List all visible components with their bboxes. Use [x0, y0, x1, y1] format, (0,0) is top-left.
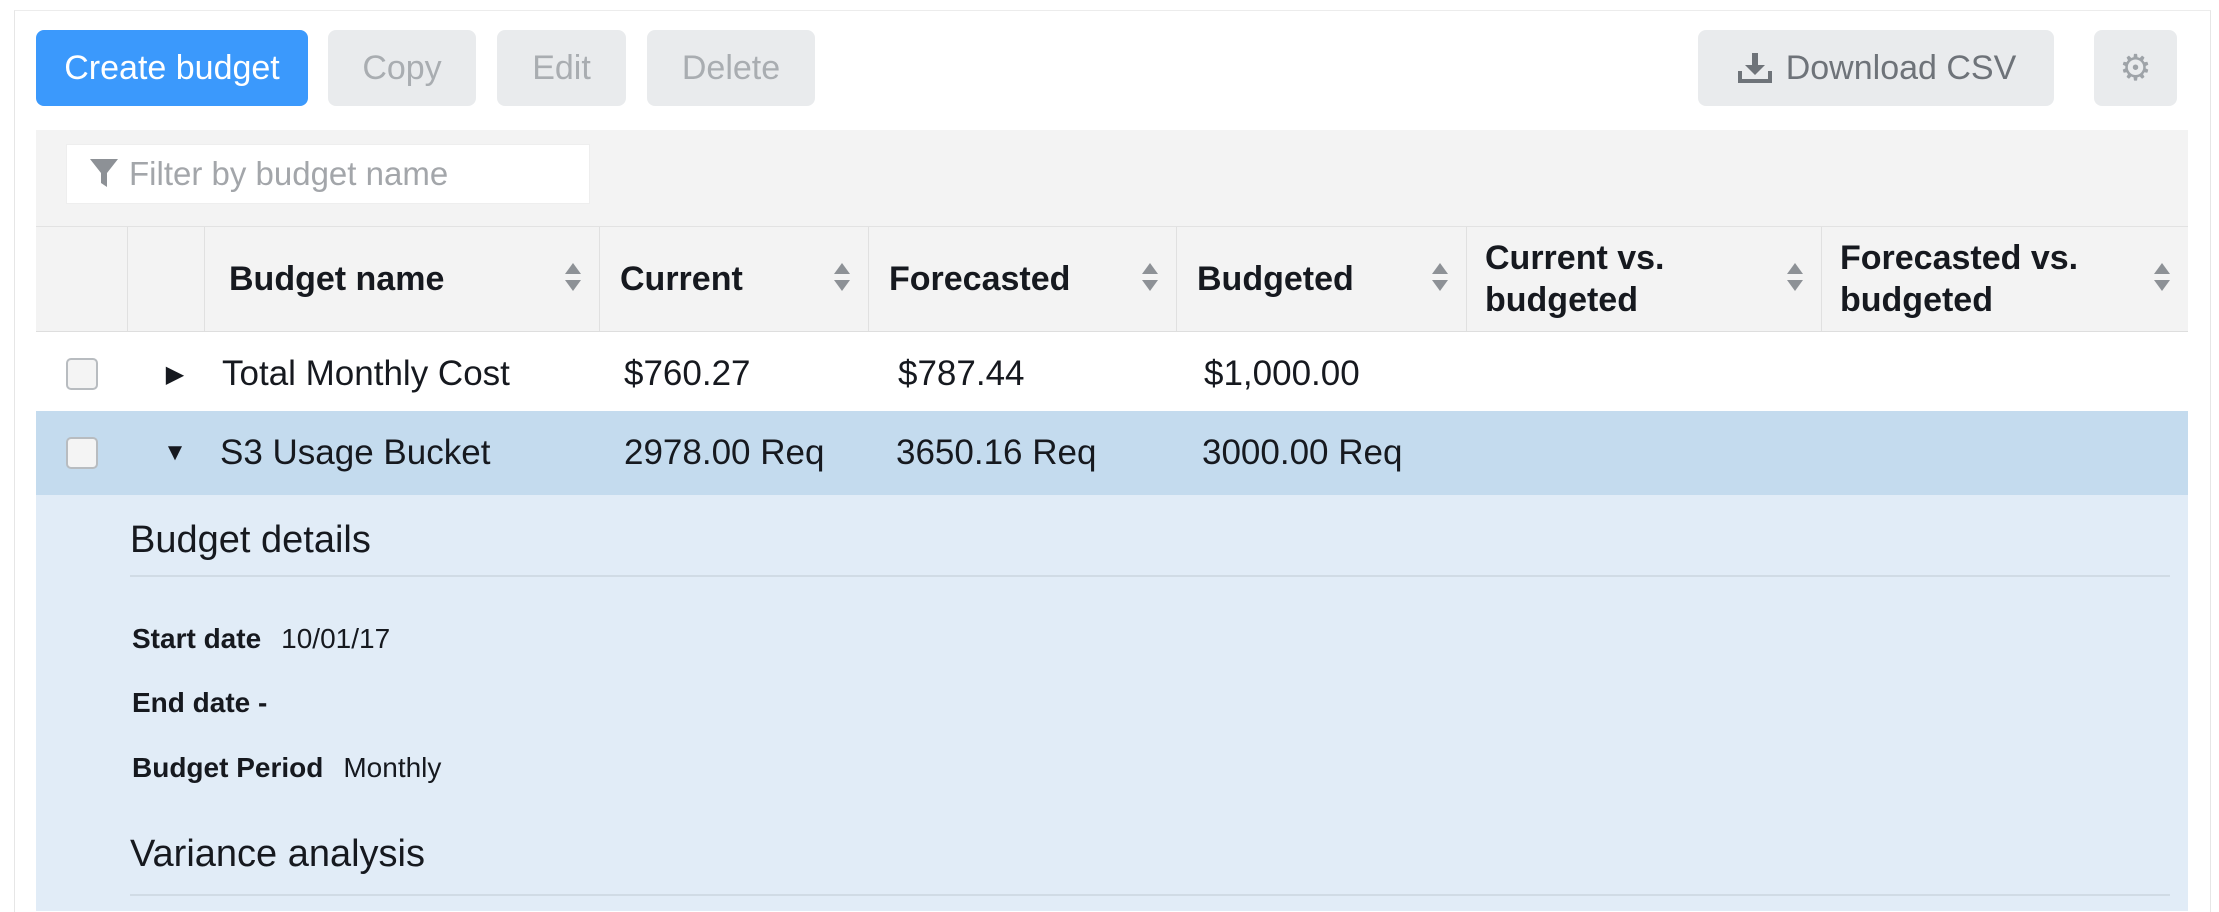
caret-right-icon[interactable]: ▶	[160, 332, 190, 416]
column-label: Budget name	[229, 260, 445, 298]
start-date-value: 10/01/17	[281, 623, 391, 654]
gear-icon: ⚙	[2119, 47, 2152, 88]
create-budget-button[interactable]: Create budget	[36, 30, 308, 106]
current-cell: $760.27	[624, 354, 751, 393]
filter-icon	[89, 157, 119, 191]
end-date-label: End date -	[132, 687, 268, 718]
budget-name-cell: S3 Usage Bucket	[220, 433, 491, 472]
divider	[130, 575, 2170, 577]
caret-down-icon[interactable]: ▼	[160, 411, 190, 495]
budget-period-label: Budget Period	[132, 752, 324, 783]
sort-icon[interactable]	[563, 263, 581, 295]
download-csv-label: Download CSV	[1785, 48, 2017, 87]
download-csv-button[interactable]: Download CSV	[1698, 30, 2054, 106]
budget-period-field: Budget Period Monthly	[132, 752, 441, 784]
table-row[interactable]: ▶ Total Monthly Cost $760.27 $787.44 $1,…	[36, 332, 2188, 416]
current-cell: 2978.00 Req	[624, 433, 825, 472]
sort-icon[interactable]	[832, 263, 850, 295]
column-label: Current	[620, 260, 743, 298]
copy-button[interactable]: Copy	[328, 30, 476, 106]
column-budgeted[interactable]: Budgeted	[1177, 227, 1467, 331]
budgeted-cell: 3000.00 Req	[1202, 433, 1403, 472]
divider	[130, 894, 2170, 896]
column-current-vs-budgeted[interactable]: Current vs. budgeted	[1467, 227, 1822, 331]
column-forecasted[interactable]: Forecasted	[869, 227, 1177, 331]
sort-icon[interactable]	[1140, 263, 1158, 295]
delete-button[interactable]: Delete	[647, 30, 815, 106]
column-label: Current vs. budgeted	[1485, 239, 1665, 319]
budget-details-title: Budget details	[130, 519, 371, 561]
sort-icon[interactable]	[1785, 263, 1803, 295]
forecasted-cell: 3650.16 Req	[896, 433, 1097, 472]
column-current[interactable]: Current	[600, 227, 869, 331]
edit-button[interactable]: Edit	[497, 30, 626, 106]
sort-icon[interactable]	[1430, 263, 1448, 295]
expand-column	[128, 227, 205, 331]
download-icon	[1736, 51, 1774, 85]
filter-placeholder: Filter by budget name	[129, 155, 449, 192]
row-checkbox[interactable]	[66, 437, 98, 469]
settings-button[interactable]: ⚙	[2094, 30, 2177, 106]
budget-name-cell: Total Monthly Cost	[222, 354, 510, 393]
column-forecasted-vs-budgeted[interactable]: Forecasted vs. budgeted	[1822, 227, 2188, 331]
table-row[interactable]: ▼ S3 Usage Bucket 2978.00 Req 3650.16 Re…	[36, 411, 2188, 495]
budgeted-cell: $1,000.00	[1204, 354, 1360, 393]
sort-icon[interactable]	[2152, 263, 2170, 295]
row-checkbox[interactable]	[66, 358, 98, 390]
column-label: Budgeted	[1197, 260, 1354, 298]
budget-period-value: Monthly	[343, 752, 442, 783]
table-header: Budget name Current Forecasted Budgeted …	[36, 226, 2188, 332]
filter-input[interactable]: Filter by budget name	[66, 144, 590, 204]
end-date-field: End date -	[132, 687, 267, 719]
forecasted-cell: $787.44	[898, 354, 1025, 393]
column-budget-name[interactable]: Budget name	[205, 227, 600, 331]
variance-analysis-title: Variance analysis	[130, 833, 426, 875]
column-label: Forecasted vs. budgeted	[1840, 239, 2079, 319]
start-date-field: Start date 10/01/17	[132, 623, 390, 655]
select-all-column	[36, 227, 128, 331]
column-label: Forecasted	[889, 260, 1071, 298]
budget-details-panel: Budget details Start date 10/01/17 End d…	[36, 495, 2188, 911]
filter-bar: Filter by budget name	[36, 130, 2188, 226]
start-date-label: Start date	[132, 623, 262, 654]
